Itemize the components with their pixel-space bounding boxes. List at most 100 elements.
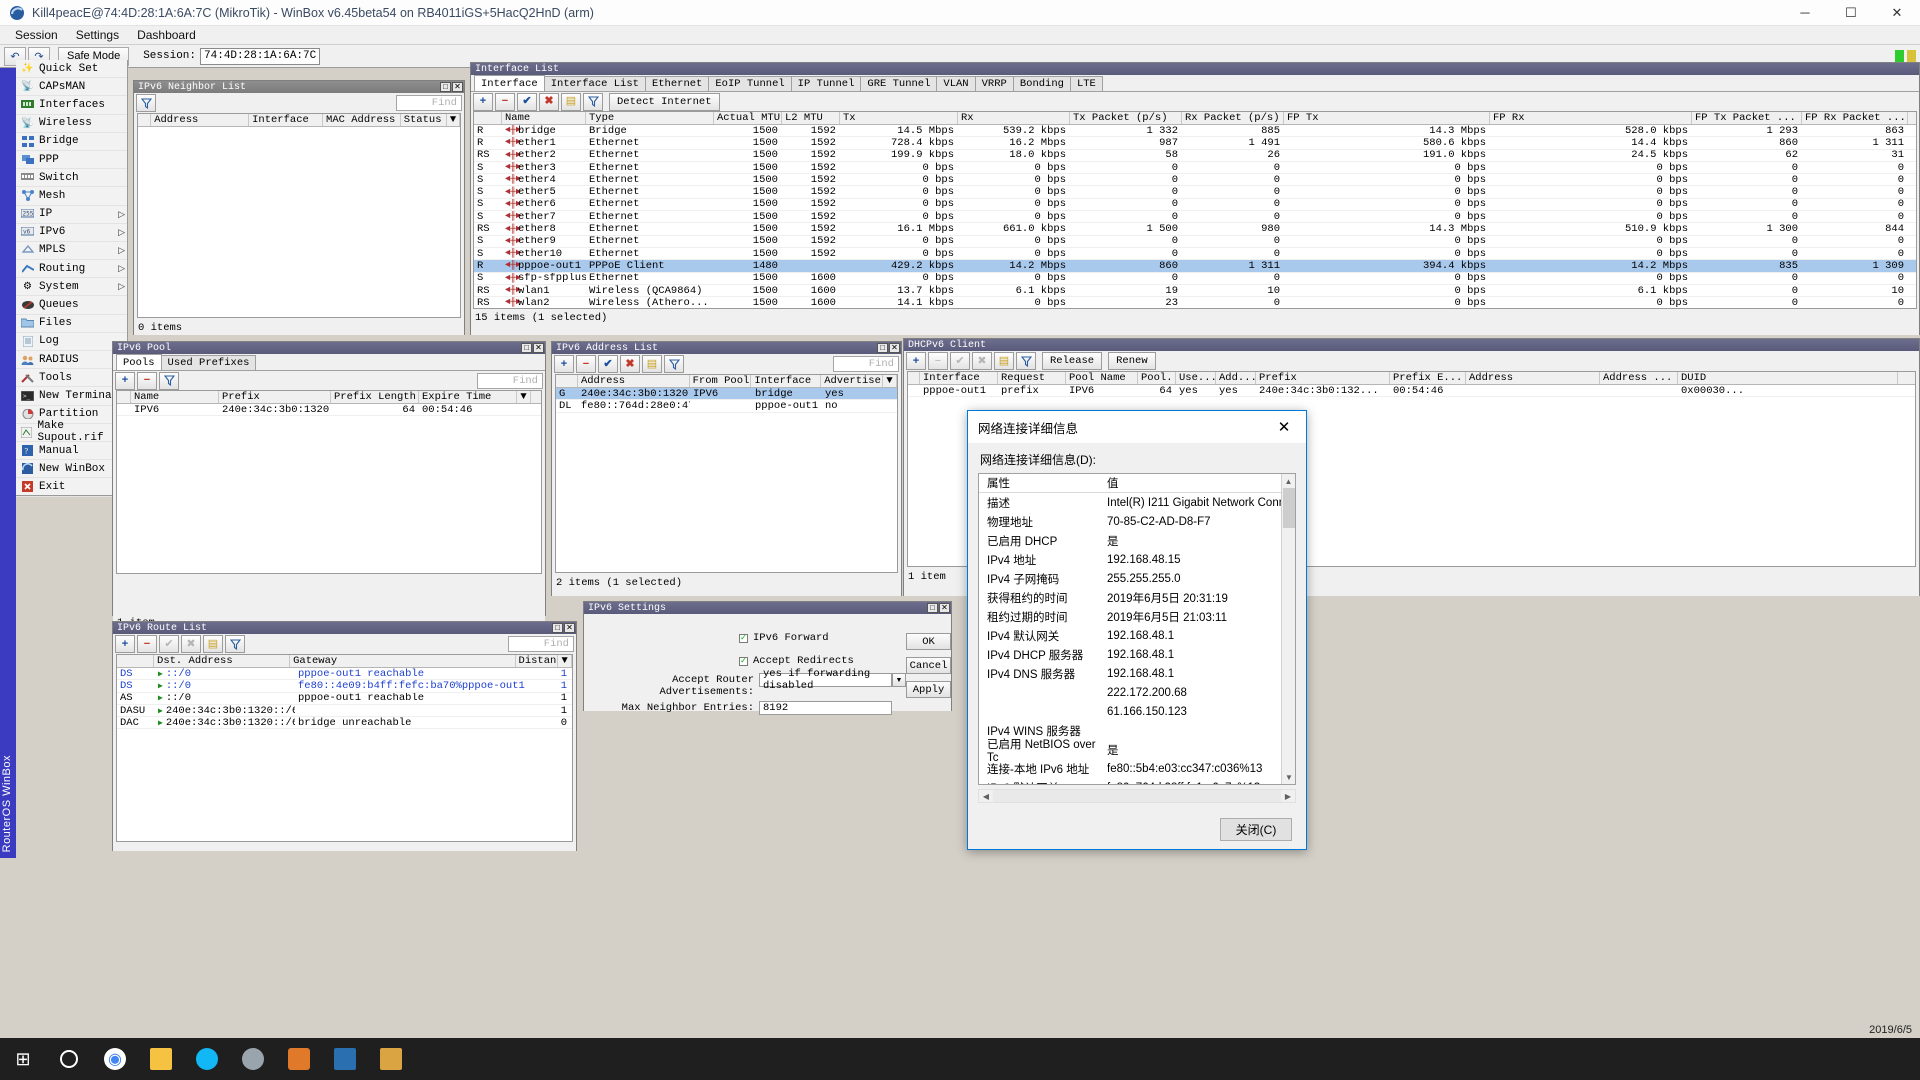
- sidebar-item-ipv6[interactable]: v6 IPv6 ▷: [16, 224, 127, 242]
- sidebar-item-queues[interactable]: Queues: [16, 296, 127, 315]
- menu-dashboard[interactable]: Dashboard: [128, 27, 205, 43]
- col-menu-dropdown[interactable]: ▼: [517, 391, 531, 403]
- session-value[interactable]: 74:4D:28:1A:6A:7C: [200, 47, 321, 65]
- table-row[interactable]: DASU ▶ 240e:34c:3b0:1320::/60 1: [117, 705, 572, 718]
- col-flag[interactable]: [908, 372, 920, 384]
- sidebar-item-make-supout[interactable]: Make Supout.rif: [16, 420, 127, 444]
- ipv6-address-find-input[interactable]: Find: [833, 356, 899, 372]
- col-fp-tx-packet[interactable]: FP Tx Packet ...: [1692, 112, 1802, 124]
- col-address[interactable]: Address: [1466, 372, 1600, 384]
- comment-button[interactable]: ▤: [994, 352, 1014, 370]
- renew-button[interactable]: Renew: [1108, 352, 1156, 370]
- filter-button[interactable]: [159, 371, 179, 390]
- apply-button[interactable]: Apply: [906, 681, 951, 698]
- sidebar-item-manual[interactable]: ? Manual: [16, 442, 127, 461]
- chevron-down-icon[interactable]: ▼: [892, 673, 906, 687]
- table-row[interactable]: S ◄╫► ether9 Ethernet 1500 1592 0 bps 0 bps 0 0 0 …: [474, 236, 1916, 248]
- enable-button[interactable]: ✔: [598, 355, 618, 373]
- property-row[interactable]: 已启用 DHCP 是: [979, 531, 1295, 550]
- ipv6-neighbor-titlebar[interactable]: IPv6 Neighbor List □ ✕: [134, 81, 464, 93]
- col-menu-dropdown[interactable]: ▼: [558, 655, 572, 667]
- col-fp-rx[interactable]: FP Rx: [1490, 112, 1692, 124]
- ipv6-address-titlebar[interactable]: IPv6 Address List □ ✕: [552, 342, 901, 354]
- ipv6-route-find-input[interactable]: Find: [508, 636, 574, 652]
- col-rx[interactable]: Rx: [958, 112, 1070, 124]
- network-details-hscrollbar[interactable]: ◀ ▶: [978, 789, 1296, 803]
- table-row[interactable]: R ◄╫► bridge Bridge 1500 1592 14.5 Mbps 539.2 k…: [474, 125, 1916, 138]
- cat-app-icon[interactable]: [276, 1038, 322, 1080]
- sidebar-item-mpls[interactable]: MPLS ▷: [16, 242, 127, 261]
- ok-button[interactable]: OK: [906, 633, 951, 650]
- col-address2[interactable]: Address ...: [1600, 372, 1678, 384]
- comment-button[interactable]: ▤: [642, 355, 662, 373]
- table-row[interactable]: DAC ▶ 240e:34c:3b0:1320::/64 bridge unreach…: [117, 717, 572, 730]
- interface-list-titlebar[interactable]: Interface List: [471, 63, 1919, 75]
- max-neighbor-input[interactable]: 8192: [759, 701, 892, 715]
- ipv6-route-titlebar[interactable]: IPv6 Route List □ ✕: [113, 622, 576, 634]
- col-type[interactable]: Type: [586, 112, 714, 124]
- col-status[interactable]: Status: [401, 114, 448, 126]
- comment-button[interactable]: ▤: [561, 92, 581, 111]
- tab-ip-tunnel[interactable]: IP Tunnel: [790, 76, 862, 91]
- filter-button[interactable]: [583, 92, 603, 111]
- table-row[interactable]: S ◄╫► ether4 Ethernet 1500 1592 0 bps 0 bps 0 0 0 …: [474, 174, 1916, 187]
- ipv6-settings-titlebar[interactable]: IPv6 Settings □ ✕: [584, 602, 951, 614]
- col-dst-address[interactable]: Dst. Address: [154, 655, 291, 667]
- table-row[interactable]: IPV6240e:34c:3b0:1320::/606400:54:46: [117, 404, 541, 417]
- close-icon[interactable]: ✕: [889, 343, 900, 353]
- maximize-button[interactable]: ☐: [1828, 0, 1874, 26]
- maximize-icon[interactable]: □: [877, 343, 888, 353]
- col-fp-tx[interactable]: FP Tx: [1284, 112, 1490, 124]
- enable-button[interactable]: ✔: [517, 92, 537, 111]
- col-name[interactable]: Name: [502, 112, 586, 124]
- accept-ra-select[interactable]: yes if forwarding disabled: [759, 668, 892, 692]
- start-button[interactable]: ⊞: [0, 1038, 46, 1080]
- table-row[interactable]: AS ▶::/0 pppoe-out1 reachable 1: [117, 693, 572, 705]
- add-button[interactable]: +: [906, 352, 926, 370]
- hscroll-track[interactable]: [993, 790, 1281, 802]
- col-name[interactable]: Name: [131, 391, 219, 403]
- remove-button[interactable]: −: [137, 635, 157, 653]
- col-flag[interactable]: [474, 112, 502, 124]
- comment-button[interactable]: ▤: [203, 635, 223, 653]
- table-row[interactable]: S◄╫►sfp-sfpplus1Ethernet150016000 bps0 b…: [474, 273, 1916, 285]
- chrome-icon[interactable]: ◉: [92, 1038, 138, 1080]
- col-gateway[interactable]: Gateway: [290, 655, 516, 667]
- close-icon[interactable]: ✕: [452, 82, 463, 92]
- col-pool-name[interactable]: Pool Name: [1066, 372, 1138, 384]
- col-menu-dropdown[interactable]: ▼: [447, 114, 460, 126]
- col-use[interactable]: Use...: [1176, 372, 1216, 384]
- sidebar-item-radius[interactable]: RADIUS: [16, 351, 127, 370]
- property-row[interactable]: IPv4 默认网关 192.168.48.1: [979, 626, 1295, 645]
- ipv6-neighbor-find-input[interactable]: Find: [396, 95, 462, 111]
- col-prefix-expire[interactable]: Prefix E...: [1390, 372, 1466, 384]
- maximize-icon[interactable]: □: [440, 82, 451, 92]
- tab-vrrp[interactable]: VRRP: [974, 76, 1014, 91]
- tab-bonding[interactable]: Bonding: [1012, 76, 1071, 91]
- accept-redirects-row[interactable]: ✓ Accept Redirects: [739, 655, 854, 667]
- table-row[interactable]: S ◄╫► ether5 Ethernet 1500 1592 0 bps 0 bps 0 0 0 …: [474, 186, 1916, 199]
- col-prefix-length[interactable]: Prefix Length: [331, 391, 419, 403]
- cancel-button[interactable]: Cancel: [906, 657, 951, 674]
- tab-lte[interactable]: LTE: [1069, 76, 1103, 91]
- table-row[interactable]: R ◄╫► pppoe-out1 PPPoE Client 1480 429.2 kbps…: [474, 260, 1916, 273]
- col-rx-packet[interactable]: Rx Packet (p/s): [1182, 112, 1284, 124]
- property-row[interactable]: 获得租约的时间 2019年6月5日 20:31:19: [979, 588, 1295, 607]
- sidebar-item-quick-set[interactable]: ✨ Quick Set: [16, 60, 127, 79]
- winbox-taskbar-icon[interactable]: [322, 1038, 368, 1080]
- sidebar-item-ip[interactable]: 255 IP ▷: [16, 206, 127, 224]
- remove-button[interactable]: −: [495, 92, 515, 111]
- sidebar-item-ppp[interactable]: PPP: [16, 151, 127, 170]
- add-button[interactable]: +: [554, 355, 574, 373]
- scroll-thumb[interactable]: [1283, 488, 1295, 528]
- close-button[interactable]: ✕: [1874, 0, 1920, 26]
- col-flag[interactable]: [138, 114, 152, 126]
- add-button[interactable]: +: [473, 92, 493, 111]
- menu-session[interactable]: Session: [6, 27, 67, 43]
- table-row[interactable]: S ◄╫► ether7 Ethernet 1500 1592 0 bps 0 bps 0 0 0 …: [474, 211, 1916, 224]
- property-row[interactable]: IPv4 DHCP 服务器 192.168.48.1: [979, 645, 1295, 664]
- remove-button[interactable]: −: [137, 371, 157, 390]
- scroll-up-arrow[interactable]: ▲: [1282, 474, 1295, 488]
- property-row[interactable]: 描述 Intel(R) I211 Gigabit Network Conne: [979, 493, 1295, 512]
- maximize-icon[interactable]: □: [521, 343, 532, 353]
